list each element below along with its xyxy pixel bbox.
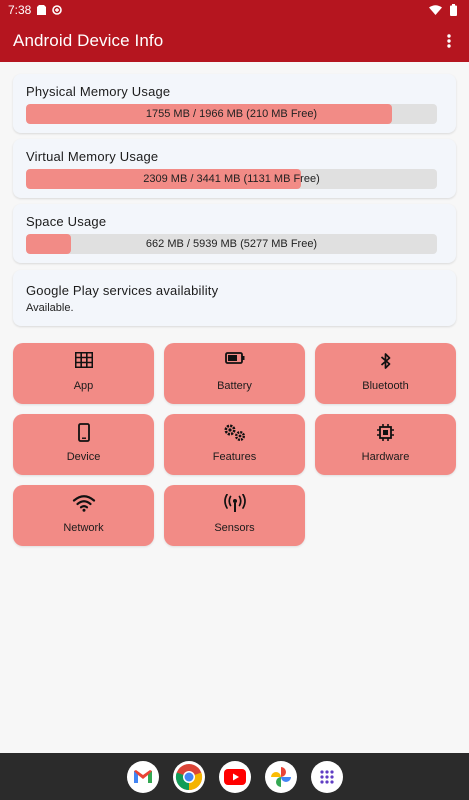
youtube-app-button[interactable] [218, 760, 251, 793]
availability-status: Available. [26, 302, 74, 314]
more-vert-icon [447, 34, 451, 48]
tile-label: Hardware [361, 451, 410, 463]
tile-bluetooth[interactable]: Bluetooth [315, 343, 456, 404]
wifi-icon [72, 495, 95, 512]
tile-label: Features [212, 451, 257, 463]
virtual-memory-card: Virtual Memory Usage 2309 MB / 3441 MB (… [13, 139, 456, 198]
app-bar: Android Device Info [0, 20, 469, 62]
tile-label: App [73, 380, 94, 392]
physical-memory-card: Physical Memory Usage 1755 MB / 1966 MB … [13, 74, 456, 133]
card-title: Space Usage [26, 214, 107, 229]
tile-label: Device [66, 451, 101, 463]
tile-label: Bluetooth [362, 380, 409, 392]
overflow-menu-button[interactable] [439, 29, 459, 53]
sim-card-icon [37, 5, 47, 15]
gmail-app-button[interactable] [126, 760, 159, 793]
tile-features[interactable]: Features [164, 414, 305, 475]
bar-text: 1755 MB / 1966 MB (210 MB Free) [145, 108, 318, 120]
app-drawer-icon [319, 769, 334, 784]
tile-network[interactable]: Network [13, 485, 154, 546]
tile-label: Network [63, 522, 104, 534]
tile-hardware[interactable]: Hardware [315, 414, 456, 475]
wifi-status-icon [429, 5, 442, 15]
status-time: 7:38 [8, 3, 32, 17]
tile-device[interactable]: Device [13, 414, 154, 475]
space-usage-bar: 662 MB / 5939 MB (5277 MB Free) [26, 234, 437, 254]
tile-sensors[interactable]: Sensors [164, 485, 305, 546]
battery-icon [224, 352, 244, 364]
data-saver-icon [52, 5, 63, 15]
virtual-memory-bar: 2309 MB / 3441 MB (1131 MB Free) [26, 169, 437, 189]
tile-label: Sensors [214, 522, 255, 534]
bar-text: 2309 MB / 3441 MB (1131 MB Free) [143, 173, 320, 185]
status-left: 7:38 [8, 3, 63, 17]
bottom-dock [0, 753, 469, 800]
bluetooth-icon [380, 353, 390, 369]
card-title: Physical Memory Usage [26, 84, 171, 99]
status-right [429, 4, 457, 16]
status-bar: 7:38 [0, 0, 469, 20]
app-drawer-button[interactable] [310, 760, 343, 793]
phone-icon [77, 423, 90, 442]
grid-icon [74, 352, 93, 368]
tile-app[interactable]: App [13, 343, 154, 404]
tile-label: Battery [217, 380, 252, 392]
gmail-icon [133, 770, 152, 783]
photos-app-button[interactable] [264, 760, 297, 793]
battery-status-icon [450, 4, 457, 16]
chip-icon [377, 424, 394, 441]
youtube-icon [223, 768, 246, 785]
physical-memory-bar: 1755 MB / 1966 MB (210 MB Free) [26, 104, 437, 124]
photos-icon [270, 766, 291, 787]
app-title: Android Device Info [13, 31, 164, 50]
space-usage-card: Space Usage 662 MB / 5939 MB (5277 MB Fr… [13, 204, 456, 263]
card-title: Google Play services availability [26, 283, 219, 298]
tile-battery[interactable]: Battery [164, 343, 305, 404]
chrome-app-button[interactable] [172, 760, 205, 793]
card-title: Virtual Memory Usage [26, 149, 159, 164]
antenna-icon [223, 494, 246, 512]
gears-icon [224, 424, 245, 441]
chrome-icon [175, 763, 202, 790]
bar-text: 662 MB / 5939 MB (5277 MB Free) [145, 238, 318, 250]
google-play-services-card: Google Play services availability Availa… [13, 270, 456, 326]
